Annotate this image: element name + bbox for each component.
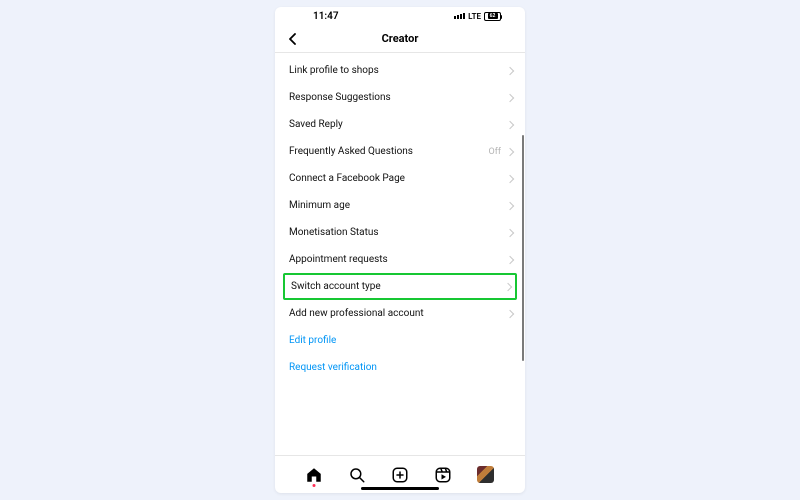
settings-row[interactable]: Appointment requests (275, 246, 525, 273)
row-label: Add new professional account (289, 308, 424, 319)
settings-row[interactable]: Edit profile (275, 327, 525, 354)
chevron-right-icon (506, 228, 514, 236)
signal-icon (454, 13, 465, 19)
status-time: 11:47 (313, 11, 339, 22)
chevron-left-icon (287, 33, 299, 45)
back-button[interactable] (283, 29, 303, 49)
chevron-right-icon (506, 201, 514, 209)
scrollbar-thumb[interactable] (522, 135, 524, 361)
chevron-right-icon (506, 174, 514, 182)
avatar (477, 466, 494, 483)
battery-level: 62 (485, 12, 500, 21)
page-title: Creator (382, 32, 419, 45)
row-meta (507, 176, 513, 182)
tab-create[interactable] (391, 466, 409, 484)
nav-header: Creator (275, 25, 525, 53)
row-label: Saved Reply (289, 119, 343, 130)
row-meta (507, 122, 513, 128)
home-icon (305, 466, 323, 484)
row-meta (507, 203, 513, 209)
row-meta (505, 284, 511, 290)
tab-search[interactable] (348, 466, 366, 484)
settings-row[interactable]: Minimum age (275, 192, 525, 219)
battery-icon: 62 (484, 12, 501, 21)
chevron-right-icon (506, 147, 514, 155)
tab-reels[interactable] (434, 466, 452, 484)
row-label: Request verification (289, 362, 377, 373)
row-label: Monetisation Status (289, 227, 379, 238)
row-meta (507, 68, 513, 74)
status-right: LTE 62 (454, 12, 501, 21)
settings-row[interactable]: Frequently Asked Questions Off (275, 138, 525, 165)
row-label: Frequently Asked Questions (289, 146, 413, 157)
row-value: Off (489, 147, 501, 157)
row-label: Link profile to shops (289, 65, 379, 76)
reels-icon (434, 466, 452, 484)
settings-row[interactable]: Monetisation Status (275, 219, 525, 246)
row-meta (507, 230, 513, 236)
row-meta (507, 311, 513, 317)
network-label: LTE (468, 12, 481, 21)
home-indicator[interactable] (361, 487, 439, 490)
plus-square-icon (391, 466, 409, 484)
phone-frame: 11:47 LTE 62 Creator Link profile to sho… (275, 7, 525, 493)
row-label: Edit profile (289, 335, 336, 346)
row-label: Appointment requests (289, 254, 388, 265)
tab-profile[interactable] (477, 466, 495, 484)
settings-row[interactable]: Switch account type (283, 273, 517, 300)
notification-dot (313, 484, 316, 487)
settings-row[interactable]: Link profile to shops (275, 57, 525, 84)
chevron-right-icon (506, 120, 514, 128)
row-meta (507, 257, 513, 263)
row-label: Connect a Facebook Page (289, 173, 405, 184)
row-label: Response Suggestions (289, 92, 391, 103)
chevron-right-icon (506, 93, 514, 101)
search-icon (348, 466, 366, 484)
row-meta: Off (489, 147, 513, 157)
chevron-right-icon (506, 255, 514, 263)
settings-list: Link profile to shops Response Suggestion… (275, 53, 525, 381)
settings-row[interactable]: Request verification (275, 354, 525, 381)
row-label: Minimum age (289, 200, 350, 211)
status-bar: 11:47 LTE 62 (275, 7, 525, 25)
tab-home[interactable] (305, 466, 323, 484)
chevron-right-icon (506, 66, 514, 74)
chevron-right-icon (506, 309, 514, 317)
settings-row[interactable]: Add new professional account (275, 300, 525, 327)
settings-row[interactable]: Saved Reply (275, 111, 525, 138)
chevron-right-icon (504, 282, 512, 290)
settings-row[interactable]: Connect a Facebook Page (275, 165, 525, 192)
row-label: Switch account type (291, 281, 381, 292)
content-scroll[interactable]: Link profile to shops Response Suggestion… (275, 53, 525, 455)
row-meta (507, 95, 513, 101)
settings-row[interactable]: Response Suggestions (275, 84, 525, 111)
